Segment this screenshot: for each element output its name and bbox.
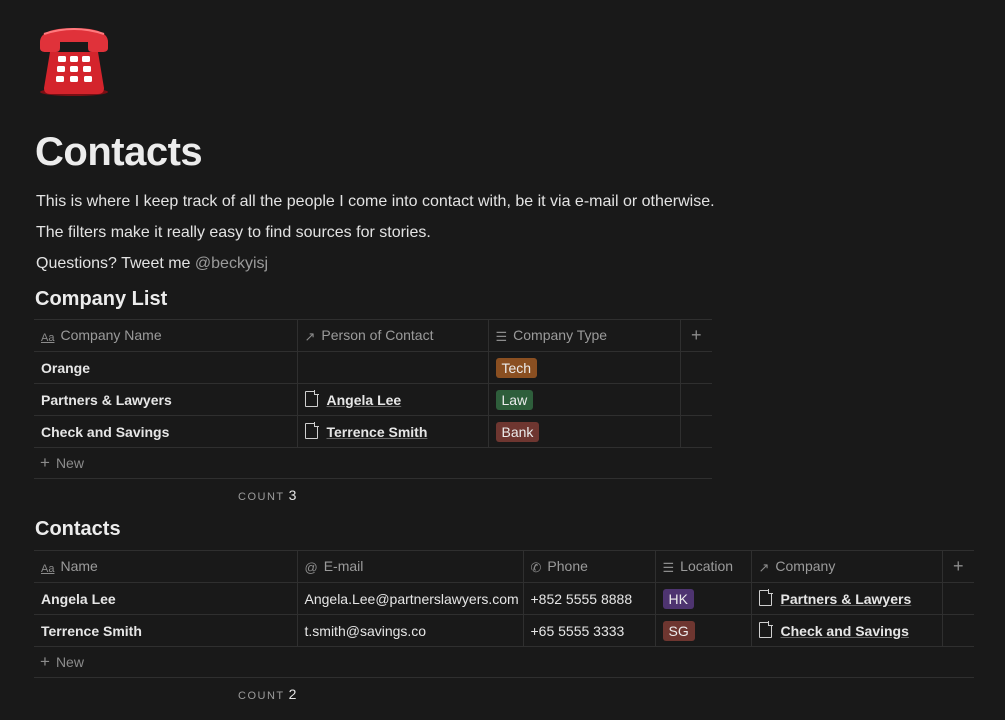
table-row[interactable]: Angela Lee Angela.Lee@partnerslawyers.co… — [34, 582, 974, 615]
description-paragraph: This is where I keep track of all the pe… — [36, 193, 715, 210]
page-icon — [758, 589, 773, 606]
empty-cell — [679, 351, 712, 384]
page-title: Contacts — [35, 130, 203, 174]
person-link[interactable]: Angela Lee — [327, 392, 402, 408]
column-header-email[interactable]: @ E-mail — [296, 550, 524, 583]
plus-icon: + — [40, 652, 50, 671]
location-cell[interactable]: HK — [654, 582, 752, 615]
column-header-company-type[interactable]: ☰ Company Type — [487, 319, 681, 352]
company-link[interactable]: Partners & Lawyers — [781, 591, 912, 607]
phone-cell[interactable]: +852 5555 8888 — [522, 582, 656, 615]
count-footer[interactable]: COUNT 2 — [238, 686, 296, 702]
empty-cell — [941, 614, 974, 647]
column-header-phone[interactable]: ✆ Phone — [522, 550, 656, 583]
name-cell[interactable]: Angela Lee — [34, 582, 298, 615]
person-of-contact-cell[interactable] — [296, 351, 489, 384]
list-icon: ☰ — [662, 559, 675, 575]
page-icon — [304, 422, 319, 439]
phone-cell[interactable]: +65 5555 3333 — [522, 614, 656, 647]
title-aa-icon: Aa — [41, 332, 55, 344]
tag-location: SG — [662, 620, 695, 641]
list-icon: ☰ — [495, 328, 508, 344]
company-name-cell[interactable]: Orange — [34, 351, 298, 384]
count-footer[interactable]: COUNT 3 — [238, 487, 296, 503]
person-of-contact-cell[interactable]: Terrence Smith — [296, 415, 489, 448]
plus-icon: + — [952, 556, 964, 576]
new-row-button[interactable]: + New — [34, 646, 974, 678]
plus-icon: + — [690, 325, 702, 345]
questions-paragraph: Questions? Tweet me @beckyisj — [36, 255, 268, 273]
company-name-cell[interactable]: Check and Savings — [34, 415, 298, 448]
title-aa-icon: Aa — [41, 563, 55, 575]
column-header-location[interactable]: ☰ Location — [654, 550, 752, 583]
email-cell[interactable]: Angela.Lee@partnerslawyers.com — [296, 582, 524, 615]
tag-location: HK — [662, 588, 694, 609]
page-icon — [304, 390, 319, 407]
tag-bank: Bank — [495, 421, 540, 442]
description-paragraph: The filters make it really easy to find … — [36, 224, 431, 241]
contacts-table: Aa Name @ E-mail ✆ Phone ☰ Location ↗ Company… — [34, 550, 974, 647]
company-link[interactable]: Check and Savings — [781, 623, 909, 639]
company-list-table: Aa Company Name ↗ Person of Contact ☰ Compa… — [34, 319, 712, 448]
page-icon — [758, 621, 773, 638]
tag-tech: Tech — [495, 357, 538, 378]
company-type-cell[interactable]: Tech — [487, 351, 681, 384]
telephone-icon — [40, 28, 108, 96]
column-header-person-of-contact[interactable]: ↗ Person of Contact — [296, 319, 489, 352]
person-of-contact-cell[interactable]: Angela Lee — [296, 383, 489, 416]
company-cell[interactable]: Partners & Lawyers — [750, 582, 943, 615]
table-header-row: Aa Name @ E-mail ✆ Phone ☰ Location ↗ Company… — [34, 550, 974, 583]
table-row[interactable]: Terrence Smith t.smith@savings.co +65 55… — [34, 614, 974, 647]
empty-cell — [941, 582, 974, 615]
empty-cell — [679, 415, 712, 448]
column-header-name[interactable]: Aa Name — [34, 550, 298, 583]
location-cell[interactable]: SG — [654, 614, 752, 647]
new-row-button[interactable]: + New — [34, 447, 712, 479]
empty-cell — [679, 383, 712, 416]
column-header-company[interactable]: ↗ Company — [750, 550, 943, 583]
company-type-cell[interactable]: Law — [487, 383, 681, 416]
plus-icon: + — [40, 453, 50, 472]
contacts-table-title[interactable]: Contacts — [35, 518, 121, 541]
questions-text: Questions? Tweet me — [36, 255, 195, 272]
table-header-row: Aa Company Name ↗ Person of Contact ☰ Compa… — [34, 319, 712, 352]
relation-arrow-icon: ↗ — [304, 328, 316, 344]
at-icon: @ — [304, 560, 318, 575]
person-link[interactable]: Terrence Smith — [327, 424, 428, 440]
relation-arrow-icon: ↗ — [758, 559, 770, 575]
twitter-mention-link[interactable]: @beckyisj — [195, 255, 268, 272]
company-type-cell[interactable]: Bank — [487, 415, 681, 448]
column-header-company-name[interactable]: Aa Company Name — [34, 319, 298, 352]
email-cell[interactable]: t.smith@savings.co — [296, 614, 524, 647]
table-row[interactable]: Check and Savings Terrence Smith Bank — [34, 415, 712, 448]
phone-icon: ✆ — [530, 559, 542, 575]
add-column-button[interactable]: + — [679, 319, 712, 352]
company-cell[interactable]: Check and Savings — [750, 614, 943, 647]
table-row[interactable]: Orange Tech — [34, 351, 712, 384]
company-name-cell[interactable]: Partners & Lawyers — [34, 383, 298, 416]
tag-law: Law — [495, 389, 534, 410]
name-cell[interactable]: Terrence Smith — [34, 614, 298, 647]
table-row[interactable]: Partners & Lawyers Angela Lee Law — [34, 383, 712, 416]
add-column-button[interactable]: + — [941, 550, 974, 583]
company-list-title[interactable]: Company List — [35, 288, 167, 311]
